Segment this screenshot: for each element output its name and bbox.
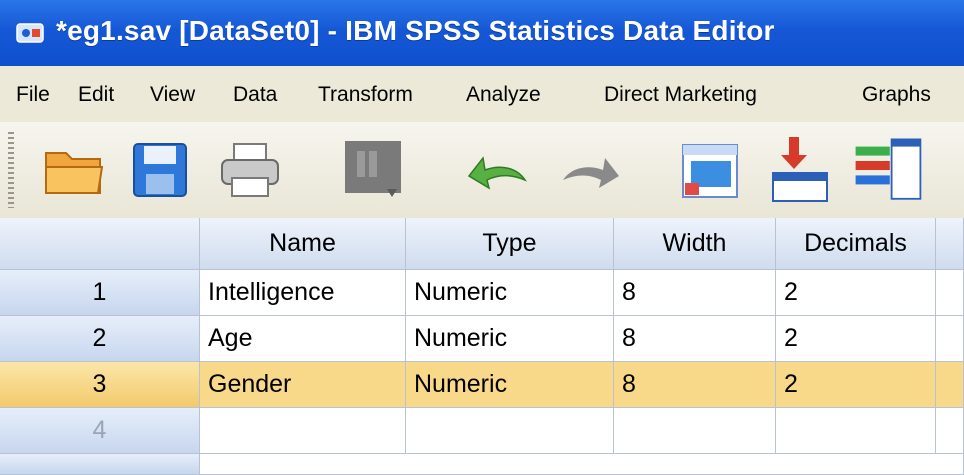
cell-more[interactable] [936, 316, 964, 362]
column-header-width[interactable]: Width [614, 218, 776, 270]
cell-more[interactable] [936, 362, 964, 408]
print-icon [221, 143, 279, 197]
dialog-recall-icon [345, 141, 401, 197]
menu-view[interactable]: View [150, 83, 195, 107]
title-bar: *eg1.sav [DataSet0] - IBM SPSS Statistic… [0, 0, 964, 66]
menu-edit[interactable]: Edit [78, 83, 114, 107]
row-header-5[interactable] [0, 454, 200, 475]
cell-type[interactable]: Numeric [406, 362, 614, 408]
cell-width[interactable]: 8 [614, 270, 776, 316]
cell-name[interactable]: Gender [200, 362, 406, 408]
goto-variable-icon [772, 137, 828, 202]
cell-name[interactable]: Intelligence [200, 270, 406, 316]
row-header-4[interactable]: 4 [0, 408, 200, 454]
cell-more[interactable] [936, 270, 964, 316]
open-button[interactable] [38, 130, 110, 210]
open-folder-icon [45, 152, 104, 194]
goto-case-button[interactable] [674, 130, 746, 210]
menu-transform[interactable]: Transform [318, 83, 413, 107]
spss-app-icon[interactable] [16, 21, 44, 45]
column-header-name[interactable]: Name [200, 218, 406, 270]
save-button[interactable] [124, 130, 196, 210]
cell-width[interactable]: 8 [614, 316, 776, 362]
cell-width[interactable]: 8 [614, 362, 776, 408]
goto-variable-button[interactable] [764, 130, 836, 210]
window-title: *eg1.sav [DataSet0] - IBM SPSS Statistic… [56, 15, 775, 46]
cell-decimals[interactable]: 2 [776, 362, 936, 408]
row-header-3[interactable]: 3 [0, 362, 200, 408]
menu-file[interactable]: File [16, 83, 50, 107]
row-header-1[interactable]: 1 [0, 270, 200, 316]
column-header-decimals[interactable]: Decimals [776, 218, 936, 270]
cell-width[interactable] [614, 408, 776, 454]
menu-direct-marketing[interactable]: Direct Marketing [604, 83, 757, 107]
goto-case-icon [682, 144, 738, 198]
cell-decimals[interactable]: 2 [776, 270, 936, 316]
undo-icon [467, 156, 528, 190]
cell-name[interactable] [200, 408, 406, 454]
menu-analyze[interactable]: Analyze [466, 83, 541, 107]
column-header-more[interactable] [936, 218, 964, 270]
cell-type[interactable]: Numeric [406, 270, 614, 316]
row-header-2[interactable]: 2 [0, 316, 200, 362]
toolbar [0, 122, 964, 219]
cell-decimals[interactable]: 2 [776, 316, 936, 362]
redo-button[interactable] [556, 130, 628, 210]
menu-data[interactable]: Data [233, 83, 277, 107]
menu-graphs[interactable]: Graphs [862, 83, 931, 107]
menu-bar: File Edit View Data Transform Analyze Di… [0, 66, 964, 123]
column-header-type[interactable]: Type [406, 218, 614, 270]
cell-more[interactable] [936, 408, 964, 454]
undo-button[interactable] [460, 130, 532, 210]
toolbar-grip[interactable] [8, 132, 14, 208]
empty-row[interactable] [200, 454, 964, 475]
corner-header[interactable] [0, 218, 200, 270]
save-icon [133, 143, 187, 197]
cell-name[interactable]: Age [200, 316, 406, 362]
cell-type[interactable] [406, 408, 614, 454]
variables-button[interactable] [852, 130, 924, 210]
print-button[interactable] [214, 130, 286, 210]
dialog-recall-button[interactable] [338, 130, 410, 210]
cell-decimals[interactable] [776, 408, 936, 454]
variable-view-grid: Name Type Width Decimals 1 Intelligence … [0, 218, 964, 475]
cell-type[interactable]: Numeric [406, 316, 614, 362]
redo-icon [563, 158, 619, 188]
variables-icon [855, 138, 922, 200]
